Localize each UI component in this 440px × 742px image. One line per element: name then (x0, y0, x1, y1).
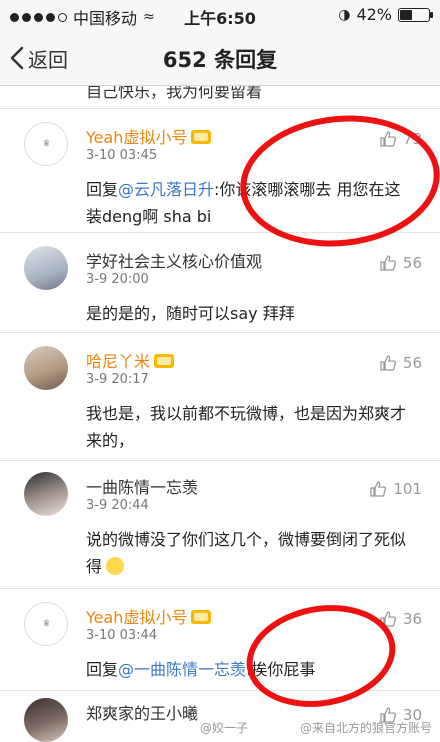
comment-date: 3-10 03:44 (86, 628, 158, 643)
divider (0, 460, 440, 461)
like-count: 36 (402, 610, 422, 628)
watermark-left: @姣一子 (200, 721, 249, 735)
comment-text: 是的是的，随时可以say 拜拜 (86, 304, 295, 323)
like-button[interactable]: 56 (379, 254, 422, 272)
thumbs-up-icon (370, 481, 387, 497)
avatar[interactable]: ♛ (24, 602, 68, 646)
battery-icon (398, 7, 433, 22)
thumbs-up-icon (380, 255, 396, 271)
avatar[interactable] (24, 472, 68, 516)
page-title: 652 条回复 (162, 48, 278, 72)
comment-date: 3-9 20:17 (86, 372, 149, 387)
partial-comment-text: 自己快乐，我为何要留着 (86, 86, 263, 101)
laughing-emoji-icon (106, 557, 125, 575)
divider (0, 108, 440, 109)
comment-author[interactable]: 学好社会主义核心价值观 (86, 248, 262, 272)
avatar[interactable] (24, 698, 68, 742)
comment-text: 说的微博没了你们这几个，微博要倒闭了死似得 (86, 530, 407, 576)
comment-author[interactable]: Yeah虚拟小号 (86, 604, 212, 628)
comment-author[interactable]: 一曲陈情一忘羡 (86, 474, 198, 498)
comment-date: 3-10 03:45 (86, 148, 158, 163)
battery-percent: 42% (356, 5, 392, 24)
vip-crown-icon (154, 354, 175, 368)
like-button[interactable]: 101 (369, 480, 422, 498)
like-button[interactable]: 56 (379, 354, 422, 372)
divider (0, 588, 440, 589)
orientation-lock-icon: ◑ (338, 6, 351, 23)
comment-date: 3-9 20:00 (86, 272, 149, 287)
watermark-right: @来自北方的狼官方账号 (299, 721, 432, 735)
thumbs-up-icon (380, 355, 396, 371)
avatar[interactable]: ♛ (24, 122, 68, 166)
nav-bar: 返回 652 条回复 (0, 30, 440, 86)
comment-item[interactable]: 哈尼丫米 3-9 20:17 我也是，我以前都不玩微博，也是因为郑爽才来的， 5… (0, 346, 440, 466)
comment-list[interactable]: 自己快乐，我为何要留着 ♛ Yeah虚拟小号 3-10 03:45 回复@云凡落… (0, 86, 440, 742)
mention-link[interactable]: @一曲陈情一忘羡 (118, 660, 246, 679)
divider (0, 332, 440, 333)
like-count: 56 (402, 254, 422, 272)
comment-author[interactable]: 哈尼丫米 (86, 348, 175, 372)
avatar[interactable] (24, 346, 68, 390)
comment-author[interactable]: Yeah虚拟小号 (86, 124, 212, 148)
comment-author[interactable]: 郑爽家的王小曦 (86, 700, 198, 724)
mention-link[interactable]: @云凡落日升 (118, 180, 214, 199)
comment-text: 我也是，我以前都不玩微博，也是因为郑爽才来的， (86, 404, 407, 450)
comment-item[interactable]: 一曲陈情一忘羡 3-9 20:44 说的微博没了你们这几个，微博要倒闭了死似得 … (0, 472, 440, 592)
status-bar: 中国移动 ≈ 上午6:50 ◑ 42% (0, 0, 440, 30)
vip-crown-icon (191, 130, 212, 144)
like-count: 56 (402, 354, 422, 372)
vip-crown-icon (191, 610, 212, 624)
divider (0, 690, 440, 691)
comment-item[interactable]: 学好社会主义核心价值观 3-9 20:00 是的是的，随时可以say 拜拜 56 (0, 246, 440, 346)
comment-date: 3-9 20:44 (86, 498, 149, 513)
avatar[interactable] (24, 246, 68, 290)
status-right: ◑ 42% (338, 5, 433, 24)
like-count: 101 (393, 480, 422, 498)
